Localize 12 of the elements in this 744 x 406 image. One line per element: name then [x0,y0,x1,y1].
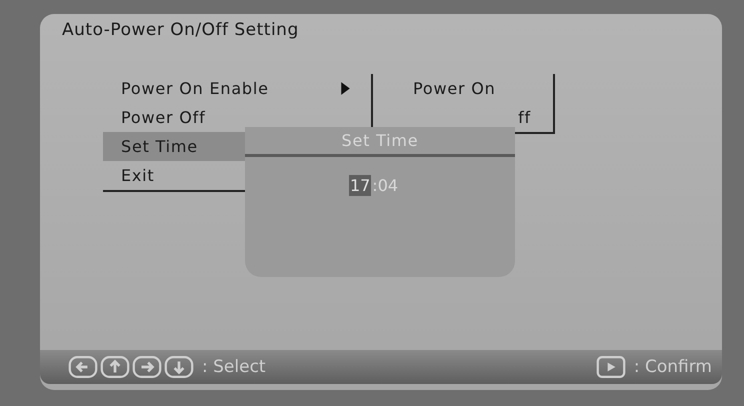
left-arrow-key-icon [68,356,98,378]
dialog-title: Set Time [245,127,515,157]
window-title: Auto-Power On/Off Setting [61,19,300,40]
confirm-hint: : Confirm [634,357,712,377]
right-arrow-key-icon [132,356,162,378]
time-segment[interactable]: 17 [348,175,372,196]
play-key-icon [596,356,626,378]
up-arrow-key-icon [100,356,130,378]
menu-item[interactable]: Power On Enable [103,74,371,103]
select-hint: : Select [202,357,266,377]
down-arrow-key-icon [164,356,194,378]
submenu-item[interactable]: Power On [395,74,553,103]
